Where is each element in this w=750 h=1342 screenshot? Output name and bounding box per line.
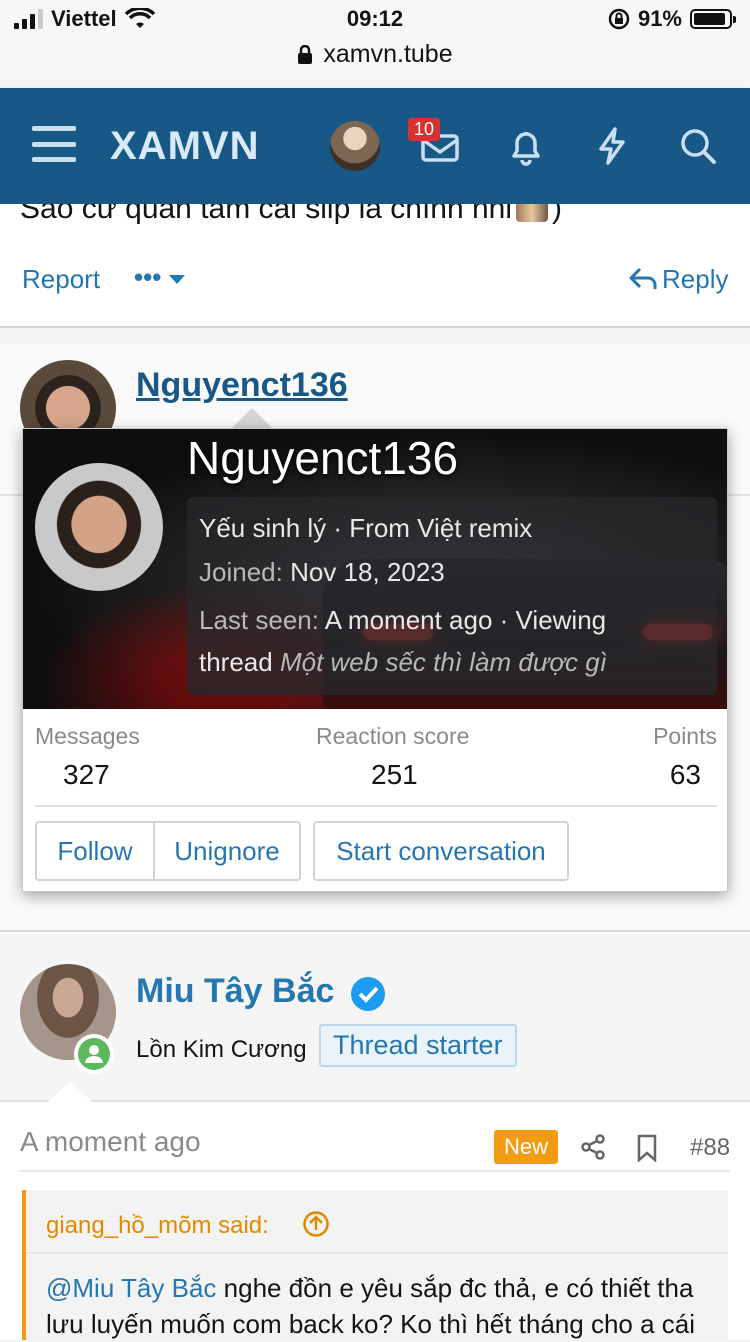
divider bbox=[0, 930, 750, 932]
member-tooltip: Yếu sinh lý · From Việt remix Joined: No… bbox=[22, 428, 728, 892]
more-options-button[interactable]: ••• bbox=[134, 262, 161, 293]
reaction-score-label: Reaction score bbox=[316, 723, 470, 749]
rotation-lock-icon bbox=[608, 8, 630, 30]
lock-icon bbox=[298, 44, 313, 64]
battery-percent: 91% bbox=[637, 6, 682, 31]
post-user-header: Miu Tây Bắc Lồn Kim Cương Thread starter bbox=[0, 946, 750, 1106]
follow-button[interactable]: Follow bbox=[35, 821, 155, 881]
quote-block: giang_hồ_mõm said: @Miu Tây Bắc nghe đồn… bbox=[22, 1190, 728, 1340]
thread-starter-badge: Thread starter bbox=[319, 1024, 517, 1067]
quote-text: @Miu Tây Bắc nghe đồn e yêu sắp đc thả, … bbox=[46, 1270, 695, 1342]
battery-icon bbox=[690, 9, 736, 29]
url-text: xamvn.tube bbox=[323, 40, 453, 68]
start-conversation-button[interactable]: Start conversation bbox=[313, 821, 569, 881]
quote-author[interactable]: giang_hồ_mõm said: bbox=[46, 1212, 269, 1240]
joined-value: Nov 18, 2023 bbox=[290, 557, 445, 587]
bell-icon[interactable] bbox=[504, 124, 548, 168]
divider bbox=[0, 1100, 750, 1102]
member-stats: Messages 327 Reaction score 251 Points 6… bbox=[35, 723, 717, 807]
member-title: Yếu sinh lý · From Việt remix bbox=[199, 513, 533, 543]
quote-line-2: lưu luyến muốn com back ko? Ko thì hết t… bbox=[46, 1309, 696, 1339]
online-user-icon bbox=[78, 1038, 110, 1070]
report-link[interactable]: Report bbox=[22, 264, 100, 295]
post-arrow bbox=[48, 1082, 92, 1102]
previous-post-body: Sao cứ quan tâm cái slip là chính nhỉ bbox=[20, 204, 513, 225]
share-icon[interactable] bbox=[580, 1134, 606, 1160]
username-link[interactable]: Miu Tây Bắc bbox=[136, 972, 334, 1011]
online-indicator bbox=[74, 1034, 114, 1074]
new-badge: New bbox=[494, 1130, 559, 1164]
user-title: Lồn Kim Cương bbox=[136, 1036, 307, 1063]
points-label: Points bbox=[653, 723, 717, 749]
lightning-icon[interactable] bbox=[590, 124, 634, 168]
last-seen-row: Last seen: A moment ago · Viewing bbox=[199, 605, 606, 636]
last-seen-label-text: Last seen: bbox=[199, 605, 319, 635]
popup-arrow bbox=[232, 408, 272, 428]
quote-line-1: nghe đồn e yêu sắp đc thả, e có thiết th… bbox=[216, 1273, 694, 1303]
divider bbox=[0, 326, 750, 328]
divider bbox=[26, 1252, 728, 1254]
search-icon[interactable] bbox=[676, 124, 720, 168]
bookmark-icon[interactable] bbox=[636, 1134, 658, 1162]
post-time[interactable]: A moment ago bbox=[20, 1126, 201, 1158]
popup-username[interactable]: Nguyenct136 bbox=[187, 431, 458, 485]
mention-link[interactable]: @Miu Tây Bắc bbox=[46, 1273, 216, 1303]
battery-area: 91% bbox=[608, 6, 736, 32]
post-number[interactable]: #88 bbox=[690, 1134, 730, 1162]
viewing-row: thread Một web sếc thì làm được gì bbox=[199, 647, 607, 678]
joined-label: Joined: bbox=[199, 557, 283, 587]
chevron-down-icon[interactable] bbox=[168, 274, 186, 286]
site-header: XAMVN 10 bbox=[0, 88, 750, 204]
messages-label: Messages bbox=[35, 723, 140, 749]
thread-label: thread bbox=[199, 647, 273, 677]
previous-post-text: Sao cứ quan tâm cái slip là chính nhỉ) bbox=[20, 204, 562, 226]
profile-info-panel: Yếu sinh lý · From Việt remix Joined: No… bbox=[187, 497, 717, 695]
points-value[interactable]: 63 bbox=[670, 759, 701, 791]
inbox-badge: 10 bbox=[408, 118, 441, 141]
divider bbox=[20, 1170, 730, 1172]
arrow-up-circle-icon[interactable] bbox=[302, 1210, 330, 1238]
address-bar[interactable]: xamvn.tube bbox=[0, 40, 750, 69]
verified-badge-icon bbox=[351, 977, 385, 1011]
site-logo[interactable]: XAMVN bbox=[110, 124, 259, 169]
username-link[interactable]: Nguyenct136 bbox=[136, 366, 348, 405]
menu-icon[interactable] bbox=[32, 126, 76, 162]
browser-status-bar: Viettel 09:12 91% xamvn.tube bbox=[0, 0, 750, 88]
previous-post: Sao cứ quan tâm cái slip là chính nhỉ) R… bbox=[0, 204, 750, 326]
reaction-score-value: 251 bbox=[371, 759, 418, 790]
last-seen-value: A moment ago · Viewing bbox=[324, 605, 607, 635]
viewing-thread-link[interactable]: Một web sếc thì làm được gì bbox=[280, 647, 607, 677]
account-avatar[interactable] bbox=[330, 121, 380, 171]
messages-value[interactable]: 327 bbox=[63, 759, 110, 791]
popup-avatar[interactable] bbox=[35, 463, 163, 591]
reply-icon[interactable] bbox=[628, 266, 658, 292]
profile-banner: Yếu sinh lý · From Việt remix Joined: No… bbox=[23, 429, 727, 709]
reply-link[interactable]: Reply bbox=[662, 264, 728, 295]
joined-row: Joined: Nov 18, 2023 bbox=[199, 557, 445, 588]
emoji-icon bbox=[516, 204, 549, 223]
unignore-button[interactable]: Unignore bbox=[153, 821, 301, 881]
